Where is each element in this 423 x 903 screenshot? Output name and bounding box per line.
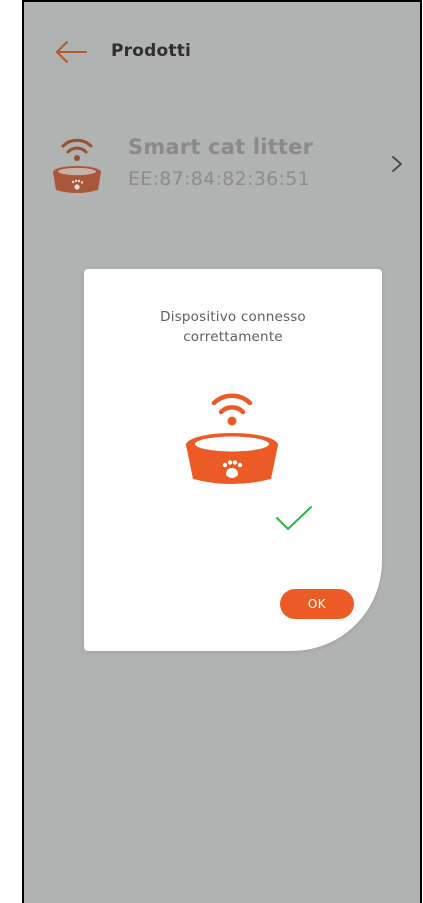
product-mac-address: EE:87:84:82:36:51: [128, 168, 311, 190]
checkmark-icon: [276, 506, 312, 530]
app-screen: Prodotti Smart cat litter EE:87:84:82:36…: [22, 0, 422, 903]
dialog-message: Dispositivo connesso correttamente: [84, 307, 382, 347]
back-button[interactable]: [54, 40, 88, 64]
smart-bowl-wifi-icon: [48, 130, 106, 196]
page-title: Prodotti: [111, 41, 192, 61]
dialog-message-line-2: correttamente: [183, 329, 283, 345]
product-name: Smart cat litter: [128, 135, 314, 159]
smart-bowl-wifi-icon: [184, 379, 280, 491]
top-bar: Prodotti: [24, 30, 420, 74]
dialog-message-line-1: Dispositivo connesso: [160, 309, 306, 325]
arrow-left-icon: [56, 41, 87, 63]
ok-button[interactable]: OK: [280, 589, 354, 619]
connection-success-dialog: Dispositivo connesso correttamente OK: [84, 269, 382, 651]
product-list-item[interactable]: Smart cat litter EE:87:84:82:36:51: [24, 124, 420, 204]
chevron-right-icon: [392, 156, 402, 172]
